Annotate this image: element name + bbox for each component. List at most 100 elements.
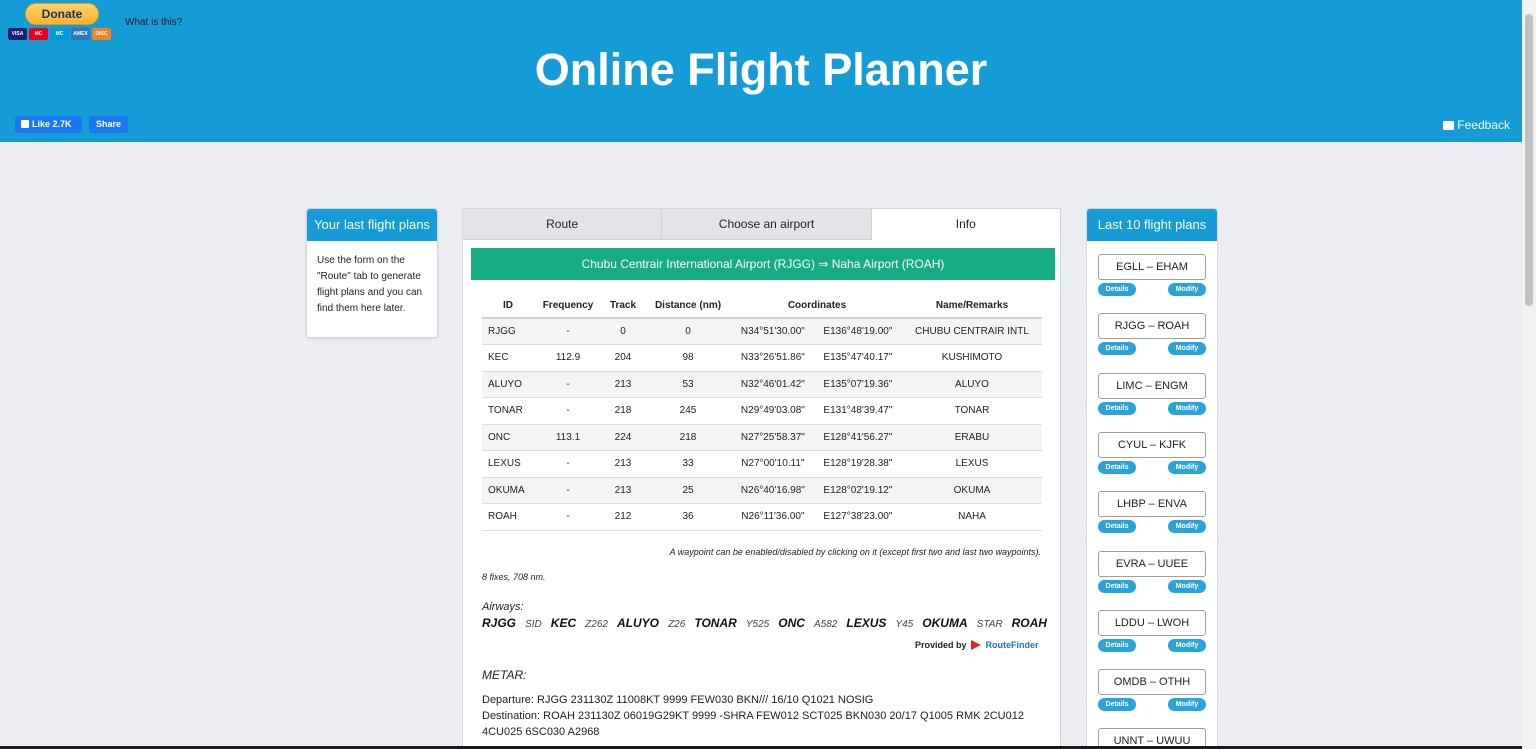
route-summary: 8 fixes, 708 nm.: [482, 572, 546, 582]
table-row[interactable]: OKUMA -213 25 N26°40'16.98" E128°02'19.12" OK…: [482, 477, 1042, 504]
modify-button[interactable]: Modify: [1168, 342, 1206, 356]
cell-track: 213: [602, 450, 644, 478]
table-row[interactable]: LEXUS -213 33 N27°00'10.11" E128°19'28.38" LE…: [482, 450, 1042, 478]
fixes-table: ID Frequency Track Distance (nm) Coordin…: [482, 294, 1042, 531]
page-scrollbar[interactable]: [1522, 0, 1536, 749]
recent-plan-item: RJGG – ROAH Details Modify: [1098, 313, 1206, 356]
table-row[interactable]: ROAH -212 36 N26°11'36.00" E127°38'23.00" NAH…: [482, 503, 1042, 531]
cell-longitude: E136°48'19.00": [813, 318, 902, 345]
modify-button[interactable]: Modify: [1168, 698, 1206, 712]
details-button[interactable]: Details: [1098, 638, 1136, 652]
modify-button[interactable]: Modify: [1168, 520, 1206, 534]
airway-segment: Y525: [745, 619, 770, 630]
airway-segment: Z262: [585, 619, 608, 630]
table-row[interactable]: KEC 112.9 204 98 N33°26'51.86" E135°47'40.17"…: [482, 344, 1042, 372]
airway-fix: OKUMA: [922, 616, 968, 630]
facebook-like-button[interactable]: Like 2.7K: [15, 116, 82, 133]
modify-button[interactable]: Modify: [1168, 460, 1206, 474]
cell-latitude: N26°11'36.00": [732, 503, 814, 531]
table-row[interactable]: TONAR -218 245 N29°49'03.08" E131°48'39.47" T…: [482, 397, 1042, 425]
recent-plan-button[interactable]: EVRA – UUEE: [1098, 550, 1206, 577]
facebook-share-button[interactable]: Share: [89, 116, 128, 133]
table-row[interactable]: ALUYO -213 53 N32°46'01.42" E135°07'19.36" AL…: [482, 371, 1042, 398]
provided-by: Provided by RouteFinder: [915, 640, 1039, 650]
cell-id: OKUMA: [482, 477, 534, 504]
cell-name: NAHA: [902, 503, 1042, 531]
airway-fix: ONC: [778, 616, 805, 630]
cell-name: CHUBU CENTRAIR INTL: [902, 318, 1042, 345]
airway-segment: STAR: [976, 619, 1003, 630]
cell-longitude: E128°41'56.27": [813, 424, 902, 451]
details-button[interactable]: Details: [1098, 520, 1136, 534]
recent-plan-button[interactable]: OMDB – OTHH: [1098, 669, 1206, 696]
modify-button[interactable]: Modify: [1168, 283, 1206, 296]
table-row[interactable]: RJGG -0 0 N34°51'30.00" E136°48'19.00" CHUBU …: [482, 318, 1042, 345]
what-is-this-link[interactable]: What is this?: [125, 17, 182, 28]
plan-actions: Details Modify: [1098, 579, 1206, 593]
cell-latitude: N34°51'30.00": [732, 318, 814, 345]
visa-card-icon: VISA: [8, 28, 27, 40]
metar-reports: Departure: RJGG 231130Z 11008KT 9999 FEW…: [482, 692, 1047, 740]
plan-actions: Details Modify: [1098, 283, 1206, 296]
details-button[interactable]: Details: [1098, 698, 1136, 712]
details-button[interactable]: Details: [1098, 283, 1136, 296]
recent-plan-item: LIMC – ENGM Details Modify: [1098, 372, 1206, 415]
cell-distance: 53: [644, 371, 732, 398]
scrollbar-thumb[interactable]: [1525, 14, 1533, 306]
route-banner: Chubu Centrair International Airport (RJ…: [471, 248, 1055, 280]
airway-segment: A582: [813, 619, 838, 630]
plan-actions: Details Modify: [1098, 401, 1206, 415]
tab-choose-airport[interactable]: Choose an airport: [662, 209, 872, 240]
payment-cards: VISA MC MC AMEX DISC: [8, 28, 120, 40]
column-header-track: Track: [602, 294, 644, 319]
modify-button[interactable]: Modify: [1168, 638, 1206, 652]
recent-plan-item: EGLL – EHAM Details Modify: [1098, 254, 1206, 296]
feedback-link[interactable]: Feedback: [1443, 118, 1510, 132]
cell-longitude: E128°02'19.12": [813, 477, 902, 504]
recent-plan-button[interactable]: RJGG – ROAH: [1098, 313, 1206, 340]
cell-latitude: N26°40'16.98": [732, 477, 814, 504]
routefinder-link[interactable]: RouteFinder: [986, 640, 1039, 650]
details-button[interactable]: Details: [1098, 401, 1136, 415]
recent-plan-button[interactable]: CYUL – KJFK: [1098, 431, 1206, 458]
plan-actions: Details Modify: [1098, 638, 1206, 652]
page-title: Online Flight Planner: [534, 44, 988, 95]
cell-id: TONAR: [482, 397, 534, 425]
cell-distance: 245: [644, 397, 732, 425]
thumbs-up-icon: [21, 120, 29, 128]
modify-button[interactable]: Modify: [1168, 579, 1206, 593]
recent-plan-item: OMDB – OTHH Details Modify: [1098, 669, 1206, 712]
amex-card-icon: AMEX: [71, 28, 90, 40]
cell-longitude: E135°07'19.36": [813, 371, 902, 398]
cell-frequency: -: [534, 477, 602, 504]
airway-fix: ROAH: [1011, 616, 1047, 630]
details-button[interactable]: Details: [1098, 579, 1136, 593]
column-header-name: Name/Remarks: [902, 294, 1042, 319]
details-button[interactable]: Details: [1098, 342, 1136, 356]
recent-plan-button[interactable]: LHBP – ENVA: [1098, 491, 1206, 518]
cell-latitude: N32°46'01.42": [732, 371, 814, 398]
cell-id: LEXUS: [482, 450, 534, 478]
donate-widget: Donate VISA MC MC AMEX DISC: [8, 3, 120, 40]
airway-fix: KEC: [550, 616, 577, 630]
comment-icon: [1443, 121, 1455, 130]
table-header-row: ID Frequency Track Distance (nm) Coordin…: [482, 294, 1042, 319]
mastercard-icon: MC: [29, 28, 48, 40]
donate-button[interactable]: Donate: [25, 3, 99, 25]
maestro-icon: MC: [50, 28, 69, 40]
recent-plan-button[interactable]: LDDU – LWOH: [1098, 609, 1206, 636]
recent-plan-button[interactable]: LIMC – ENGM: [1098, 372, 1206, 399]
cell-track: 213: [602, 371, 644, 398]
last-flight-plans-panel: Your last flight plans Use the form on t…: [306, 208, 438, 338]
recent-plan-item: EVRA – UUEE Details Modify: [1098, 550, 1206, 593]
tab-info[interactable]: Info: [871, 209, 1060, 240]
waypoint-note: A waypoint can be enabled/disabled by cl…: [669, 547, 1041, 557]
cell-latitude: N29°49'03.08": [732, 397, 814, 425]
modify-button[interactable]: Modify: [1168, 401, 1206, 415]
cell-latitude: N27°00'10.11": [732, 450, 814, 478]
tab-route[interactable]: Route: [463, 209, 663, 240]
cell-longitude: E127°38'23.00": [813, 503, 902, 531]
details-button[interactable]: Details: [1098, 460, 1136, 474]
table-row[interactable]: ONC 113.1 224 218 N27°25'58.37" E128°41'56.27…: [482, 424, 1042, 451]
recent-plan-button[interactable]: EGLL – EHAM: [1098, 254, 1206, 280]
